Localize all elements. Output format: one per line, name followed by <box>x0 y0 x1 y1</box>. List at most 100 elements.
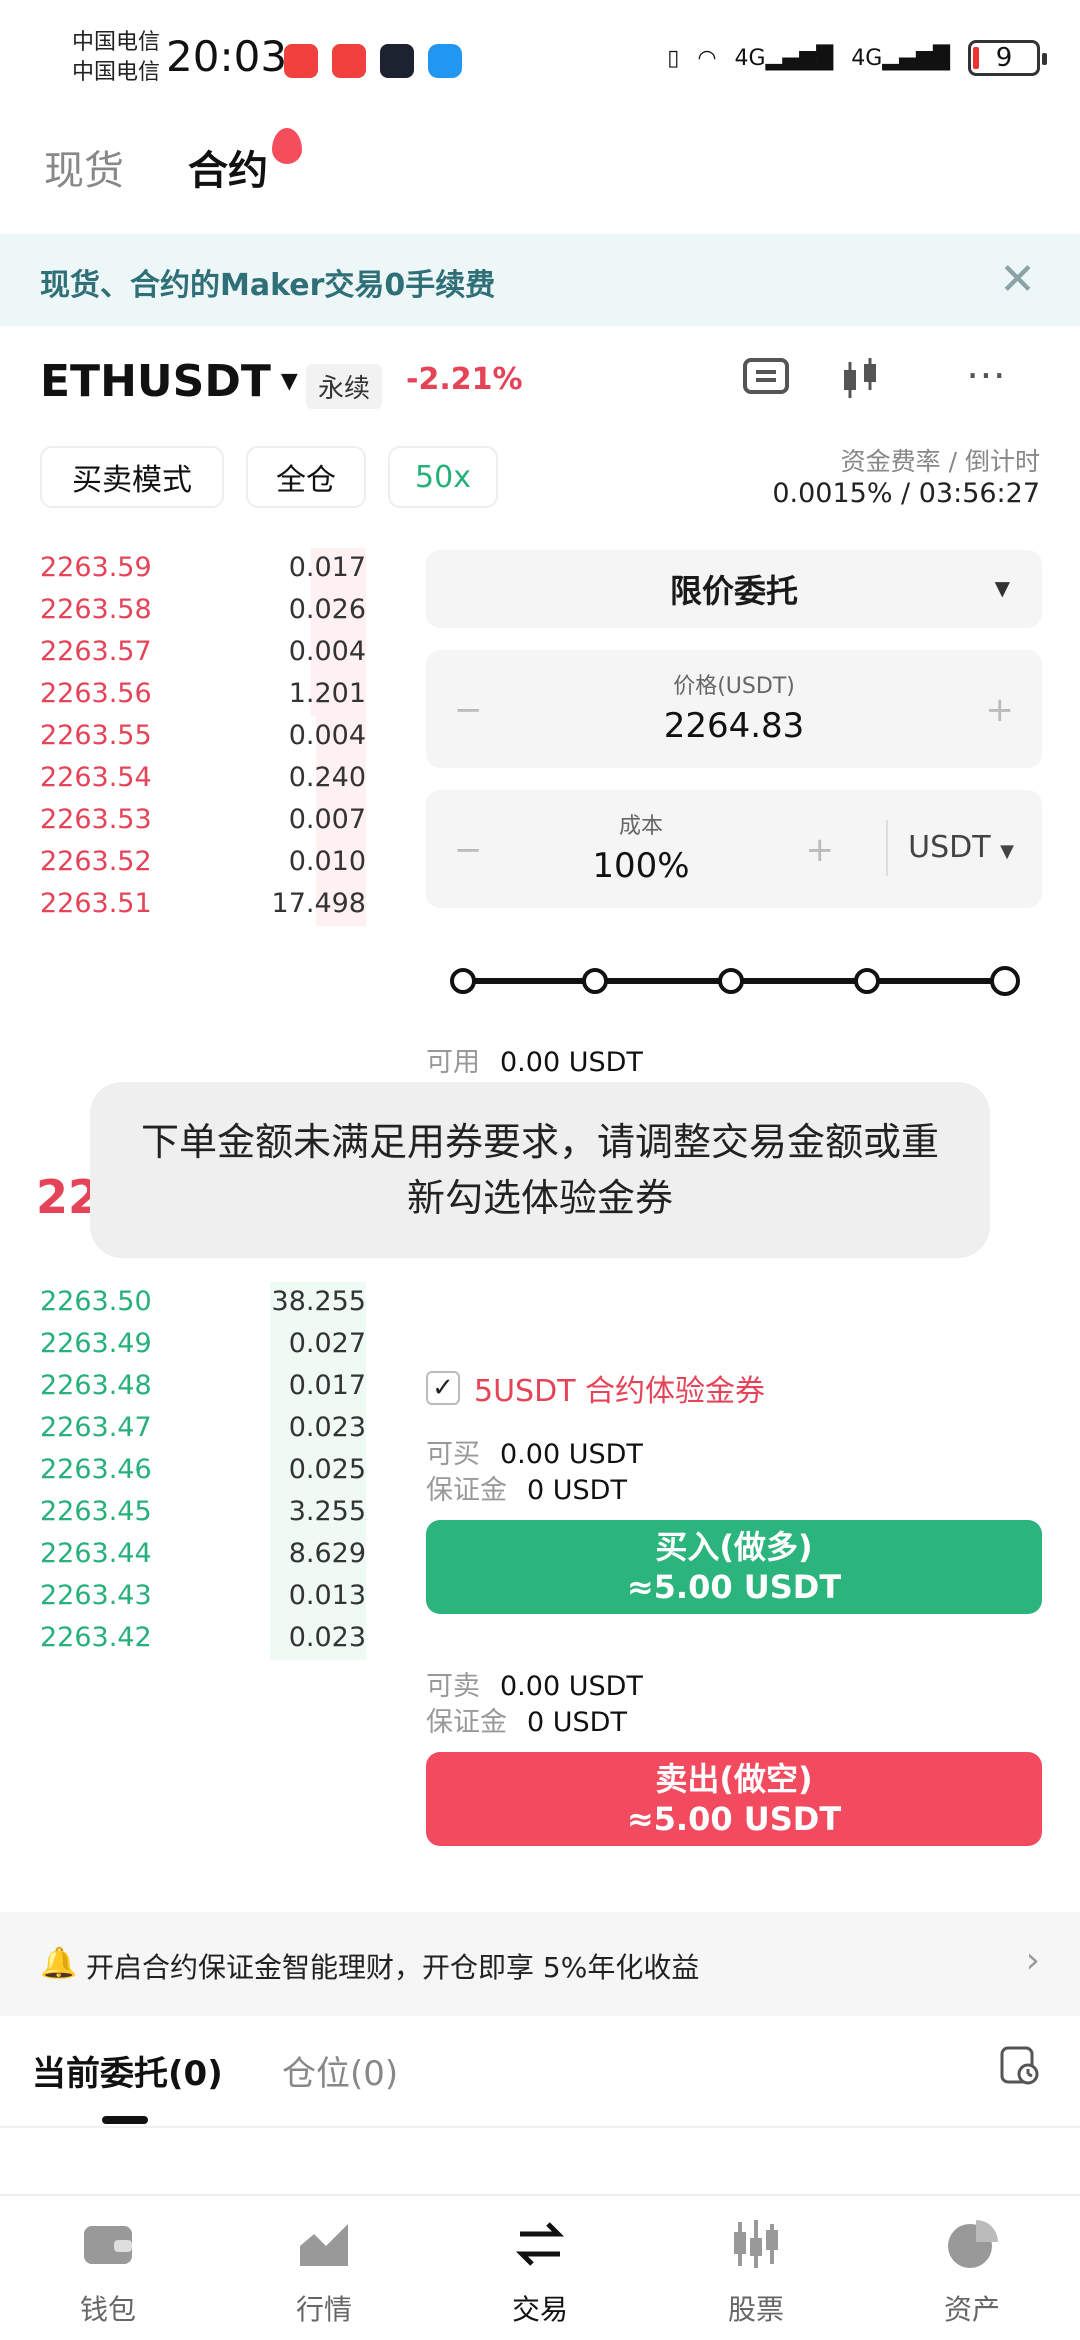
bid-row[interactable]: 2263.45 3.255 <box>0 1492 370 1534</box>
price-input[interactable]: − 价格(USDT) 2264.83 + <box>426 650 1042 768</box>
cost-input[interactable]: − 成本 100% + USDT ▼ <box>426 790 1042 908</box>
bid-row[interactable]: 2263.50 38.255 <box>0 1282 370 1324</box>
bid-price: 2263.50 <box>40 1286 152 1317</box>
nav-trade[interactable]: 交易 <box>470 2216 610 2328</box>
bid-row[interactable]: 2263.47 0.023 <box>0 1408 370 1450</box>
bid-quantity: 0.013 <box>288 1580 366 1611</box>
tab-contract-label: 合约 <box>188 148 268 194</box>
amount-slider[interactable] <box>450 966 1020 996</box>
ask-quantity: 0.007 <box>288 804 366 835</box>
symbol-selector[interactable]: ETHUSDT ▼ <box>40 356 298 407</box>
swap-arrows-icon <box>470 2216 610 2278</box>
close-icon[interactable]: ✕ <box>999 254 1036 305</box>
bottom-nav: 钱包 行情 交易 股票 资产 <box>0 2194 1080 2340</box>
ask-row[interactable]: 2263.58 0.026 <box>0 590 370 632</box>
tab-positions[interactable]: 仓位(0) <box>282 2046 398 2095</box>
ask-row[interactable]: 2263.53 0.007 <box>0 800 370 842</box>
cost-increase-button[interactable]: + <box>806 830 835 870</box>
bid-price: 2263.47 <box>40 1412 152 1443</box>
more-icon[interactable]: ⋯ <box>966 352 1006 398</box>
ask-price: 2263.59 <box>40 552 152 583</box>
slider-stop-0[interactable] <box>450 968 476 994</box>
status-bar: 中国电信 中国电信 20:03 ▯ ◠ 4G▂▄▆█ 4G▂▄▆█ 9 <box>0 0 1080 120</box>
ask-quantity: 0.026 <box>288 594 366 625</box>
slider-stop-100[interactable] <box>990 966 1020 996</box>
ticket-icon[interactable] <box>742 356 790 406</box>
buy-margin-row: 保证金 0 USDT <box>426 1475 627 1506</box>
funding-value: 0.0015% / 03:56:27 <box>772 478 1040 509</box>
cost-value[interactable]: 100% <box>426 846 856 886</box>
bid-quantity: 0.023 <box>288 1412 366 1443</box>
ask-quantity: 1.201 <box>288 678 366 709</box>
ask-quantity: 0.004 <box>288 720 366 751</box>
leverage-button[interactable]: 50x <box>388 446 498 508</box>
promo-text: 开启合约保证金智能理财，开仓即享 5%年化收益 <box>86 1951 700 1984</box>
order-type-label: 限价委托 <box>669 572 798 610</box>
bid-row[interactable]: 2263.42 0.023 <box>0 1618 370 1660</box>
margin-mode-button[interactable]: 全仓 <box>246 446 366 508</box>
ask-row[interactable]: 2263.56 1.201 <box>0 674 370 716</box>
ask-row[interactable]: 2263.51 17.498 <box>0 884 370 926</box>
bid-quantity: 0.027 <box>288 1328 366 1359</box>
bid-row[interactable]: 2263.49 0.027 <box>0 1324 370 1366</box>
bid-quantity: 3.255 <box>288 1496 366 1527</box>
bid-price: 2263.46 <box>40 1454 152 1485</box>
price-value[interactable]: 2264.83 <box>426 706 1042 746</box>
nav-market[interactable]: 行情 <box>254 2216 394 2328</box>
slider-stop-75[interactable] <box>854 968 880 994</box>
perpetual-badge: 永续 <box>306 364 383 409</box>
bid-price: 2263.44 <box>40 1538 152 1569</box>
history-icon[interactable] <box>998 2044 1040 2096</box>
toast-message: 下单金额未满足用券要求，请调整交易金额或重新勾选体验金券 <box>90 1082 990 1258</box>
nav-wallet[interactable]: 钱包 <box>38 2216 178 2328</box>
carrier-2: 中国电信 <box>72 60 161 85</box>
battery-icon: 9 <box>968 40 1047 76</box>
bid-row[interactable]: 2263.43 0.013 <box>0 1576 370 1618</box>
promo-banner[interactable]: 🔔 开启合约保证金智能理财，开仓即享 5%年化收益 › <box>0 1912 1080 2016</box>
ask-row[interactable]: 2263.54 0.240 <box>0 758 370 800</box>
buy-long-button[interactable]: 买入(做多) ≈5.00 USDT <box>426 1520 1042 1614</box>
bid-price: 2263.49 <box>40 1328 152 1359</box>
ask-quantity: 0.240 <box>288 762 366 793</box>
ask-price: 2263.55 <box>40 720 152 751</box>
nav-assets[interactable]: 资产 <box>902 2216 1042 2328</box>
tab-spot[interactable]: 现货 <box>44 138 124 196</box>
checkbox-checked-icon[interactable]: ✓ <box>426 1371 460 1405</box>
cost-label: 成本 <box>618 814 663 839</box>
price-label: 价格(USDT) <box>673 674 795 699</box>
order-type-select[interactable]: 限价委托 ▼ <box>426 550 1042 628</box>
bid-row[interactable]: 2263.46 0.025 <box>0 1450 370 1492</box>
ask-quantity: 17.498 <box>271 888 366 919</box>
bid-quantity: 0.023 <box>288 1622 366 1653</box>
funding-label: 资金费率 / 倒计时 <box>840 447 1040 476</box>
slider-stop-50[interactable] <box>718 968 744 994</box>
ask-price: 2263.52 <box>40 846 152 877</box>
symbol-label: ETHUSDT <box>40 356 271 407</box>
ask-row[interactable]: 2263.52 0.010 <box>0 842 370 884</box>
pie-chart-icon <box>902 2216 1042 2278</box>
ask-price: 2263.54 <box>40 762 152 793</box>
coupon-checkbox-row[interactable]: ✓ 5USDT 合约体验金券 <box>426 1366 765 1410</box>
signal-bars-icon: ▂▄▆█ <box>765 45 834 71</box>
price-increase-button[interactable]: + <box>986 690 1015 730</box>
divider <box>886 820 888 876</box>
slider-stop-25[interactable] <box>582 968 608 994</box>
ask-price: 2263.51 <box>40 888 152 919</box>
ask-price: 2263.58 <box>40 594 152 625</box>
sell-short-button[interactable]: 卖出(做空) ≈5.00 USDT <box>426 1752 1042 1846</box>
ask-row[interactable]: 2263.57 0.004 <box>0 632 370 674</box>
ask-row[interactable]: 2263.55 0.004 <box>0 716 370 758</box>
nav-stocks[interactable]: 股票 <box>686 2216 826 2328</box>
mode-button[interactable]: 买卖模式 <box>40 446 224 508</box>
caret-down-icon: ▼ <box>280 369 298 394</box>
tab-current-orders[interactable]: 当前委托(0) <box>32 2046 223 2095</box>
sell-margin-row: 保证金 0 USDT <box>426 1707 627 1738</box>
chat-app-icon <box>428 44 462 78</box>
bid-row[interactable]: 2263.44 8.629 <box>0 1534 370 1576</box>
unit-select[interactable]: USDT ▼ <box>908 830 1014 865</box>
bid-row[interactable]: 2263.48 0.017 <box>0 1366 370 1408</box>
bell-icon: 🔔 <box>40 1946 78 1981</box>
ask-row[interactable]: 2263.59 0.017 <box>0 548 370 590</box>
candlestick-icon[interactable] <box>838 356 882 410</box>
tab-contract[interactable]: 合约 <box>188 128 302 196</box>
